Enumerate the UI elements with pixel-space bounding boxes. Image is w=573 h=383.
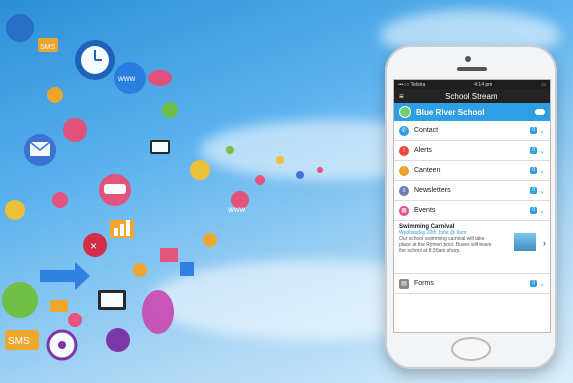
camera [465,56,471,62]
chevron-down-icon[interactable]: ⌄ [539,127,545,135]
person-icon [63,118,87,142]
newsletter-icon: ≡ [399,185,409,196]
events-icon: ▦ [399,205,409,216]
chevron-down-icon[interactable]: ⌄ [539,207,545,215]
badge: 0 [530,167,538,174]
chevron-down-icon[interactable]: ⌄ [539,280,545,288]
svg-text:www: www [117,74,136,83]
event-card[interactable]: Swimming Carnival Wednesday 20th June @ … [394,221,550,274]
menu-item-label: Contact [414,127,439,134]
carrier-label: •••○○ Telstra [398,81,426,88]
phone-screen: •••○○ Telstra 4:14 pm ▭ ≡ School Stream … [393,79,551,333]
phone-mockup: •••○○ Telstra 4:14 pm ▭ ≡ School Stream … [385,45,557,369]
menu-item-label: Events [414,207,436,214]
menu-item-newsletters[interactable]: ≡ Newsletters 0 ⌄ [394,181,550,201]
chevron-down-icon[interactable]: ⌄ [539,187,545,195]
menu-item-label: Canteen [414,167,441,174]
mouse-icon [142,290,174,334]
speaker [457,67,487,71]
forms-icon: ▤ [399,278,409,289]
school-header[interactable]: Blue River School [394,103,550,121]
menu-item-alerts[interactable]: ! Alerts 0 ⌄ [394,141,550,161]
menu-list: ✆ Contact 0 ⌄! Alerts 0 ⌄ 🍴 Canteen 0 ⌄ ≡ Newsletter… [394,121,550,221]
badge: 0 [530,187,538,194]
badge: 0 [530,207,538,214]
status-time: 4:14 pm [474,81,493,88]
status-bar: •••○○ Telstra 4:14 pm ▭ [394,80,550,89]
badge: 0 [530,280,538,287]
battery-icon: ▭ [541,81,546,88]
menu-item-events[interactable]: ▦ Events 0 ⌄ [394,201,550,221]
chevron-right-icon[interactable]: › [543,238,546,248]
chevron-down-icon[interactable]: ⌄ [539,167,545,175]
nav-bar: ≡ School Stream [394,89,550,103]
arrow-right-icon [40,262,90,290]
svg-text:SMS: SMS [8,336,30,347]
globe-icon [106,328,130,352]
svg-text:×: × [90,239,97,253]
canteen-icon: 🍴 [399,165,409,176]
earth-icon [2,282,38,318]
globe-icon [6,14,34,42]
menu-item-label: Alerts [414,147,432,154]
home-button[interactable] [451,337,491,361]
school-name: Blue River School [416,107,485,117]
event-description: Our school swimming carnival will take p… [399,236,492,254]
school-logo-icon [399,106,411,118]
menu-item-contact[interactable]: ✆ Contact 0 ⌄ [394,121,550,141]
badge: 0 [530,147,538,154]
alert-icon: ! [399,145,409,156]
nav-title: School Stream [445,91,498,101]
menu-item-label: Forms [414,280,434,287]
menu-item-forms[interactable]: ▤ Forms 0 ⌄ [394,274,550,294]
chevron-down-icon[interactable]: ⌄ [539,147,545,155]
svg-text:SMS: SMS [40,44,56,51]
svg-text:www: www [227,205,246,214]
contact-icon: ✆ [399,125,409,136]
social-media-icon-splash: SMS www www × SMS [2,14,323,361]
badge: 0 [530,127,538,134]
event-thumbnail [514,233,536,251]
menu-item-label: Newsletters [414,187,451,194]
menu-item-canteen[interactable]: 🍴 Canteen 0 ⌄ [394,161,550,181]
toggle-icon[interactable] [535,109,545,115]
